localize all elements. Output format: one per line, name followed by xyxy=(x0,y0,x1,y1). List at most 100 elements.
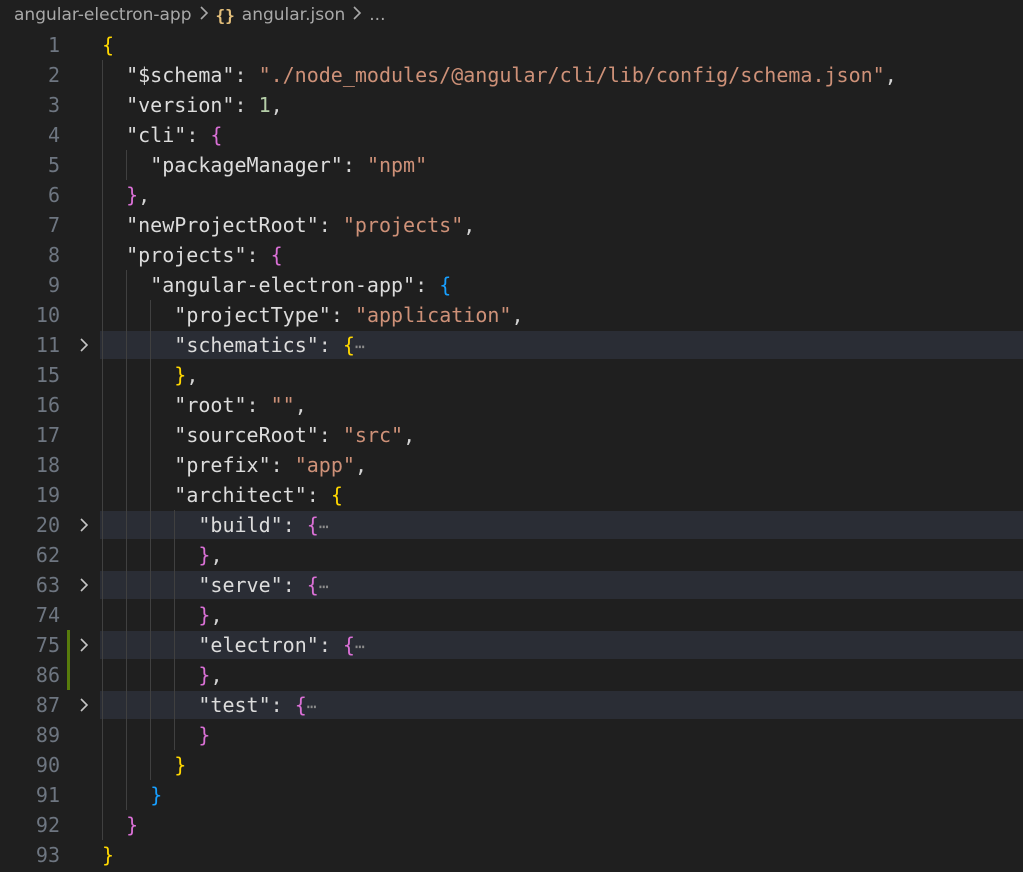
code-line[interactable]: 75 "electron": {⋯ xyxy=(0,630,1023,660)
code-line[interactable]: 3 "version": 1, xyxy=(0,90,1023,120)
folded-ellipsis[interactable]: ⋯ xyxy=(319,577,329,596)
code-line[interactable]: 19 "architect": { xyxy=(0,480,1023,510)
code-line[interactable]: 91} xyxy=(0,780,1023,810)
folded-ellipsis[interactable]: ⋯ xyxy=(319,517,329,536)
code-line[interactable]: 17 "sourceRoot": "src", xyxy=(0,420,1023,450)
code-token: : xyxy=(330,303,355,327)
code-line[interactable]: 15}, xyxy=(0,360,1023,390)
code-line[interactable]: 87 "test": {⋯ xyxy=(0,690,1023,720)
code-line[interactable]: 62}, xyxy=(0,540,1023,570)
code-token: "architect" xyxy=(174,483,307,507)
code-line[interactable]: 6}, xyxy=(0,180,1023,210)
chevron-right-icon[interactable] xyxy=(74,630,94,660)
code-token: "" xyxy=(270,393,295,417)
code-token: { xyxy=(342,333,355,357)
code-line[interactable]: 86}, xyxy=(0,660,1023,690)
folded-ellipsis[interactable]: ⋯ xyxy=(355,337,365,356)
indent-guide xyxy=(102,780,103,810)
code-line[interactable]: 18 "prefix": "app", xyxy=(0,450,1023,480)
code-line[interactable]: 93} xyxy=(0,840,1023,870)
code-text[interactable]: "serve": {⋯ xyxy=(198,570,328,602)
code-text[interactable]: "cli": { xyxy=(126,120,222,150)
chevron-right-icon[interactable] xyxy=(74,330,94,360)
breadcrumb-file[interactable]: angular.json xyxy=(242,5,346,25)
code-text[interactable]: }, xyxy=(174,360,198,390)
indent-guide xyxy=(102,450,103,480)
code-line[interactable]: 16 "root": "", xyxy=(0,390,1023,420)
code-line[interactable]: 10 "projectType": "application", xyxy=(0,300,1023,330)
folded-ellipsis[interactable]: ⋯ xyxy=(307,697,317,716)
indent-guide xyxy=(150,570,152,600)
chevron-right-icon[interactable] xyxy=(74,690,94,720)
code-line[interactable]: 63 "serve": {⋯ xyxy=(0,570,1023,600)
code-text[interactable]: "projectType": "application", xyxy=(174,300,523,330)
code-text[interactable]: }, xyxy=(198,600,222,630)
breadcrumb-symbol[interactable]: ... xyxy=(369,5,385,25)
code-token: "projects" xyxy=(342,213,464,237)
code-text[interactable]: }, xyxy=(198,540,222,570)
code-text[interactable]: "sourceRoot": "src", xyxy=(174,420,415,450)
indent-guide xyxy=(174,570,176,600)
indent-guide xyxy=(102,180,103,210)
indent-guide xyxy=(102,360,103,390)
code-text[interactable]: "build": {⋯ xyxy=(198,510,328,542)
chevron-right-icon[interactable] xyxy=(74,570,94,600)
code-text[interactable]: } xyxy=(174,750,186,780)
indent-guide xyxy=(174,600,176,630)
indent-guide xyxy=(150,600,152,630)
folded-ellipsis[interactable]: ⋯ xyxy=(355,637,365,656)
code-line[interactable]: 11 "schematics": {⋯ xyxy=(0,330,1023,360)
code-line[interactable]: 9 "angular-electron-app": { xyxy=(0,270,1023,300)
indent-guide xyxy=(126,420,128,450)
code-text[interactable]: "packageManager": "npm" xyxy=(150,150,427,180)
code-text[interactable]: }, xyxy=(126,180,150,210)
breadcrumb-folder[interactable]: angular-electron-app xyxy=(14,5,192,25)
code-line[interactable]: 74}, xyxy=(0,600,1023,630)
code-text[interactable]: }, xyxy=(198,660,222,690)
code-token: "src" xyxy=(342,423,404,447)
code-line[interactable]: 89} xyxy=(0,720,1023,750)
code-text[interactable]: { xyxy=(102,30,114,60)
code-text[interactable]: "root": "", xyxy=(174,390,306,420)
line-number: 11 xyxy=(35,333,60,357)
indent-guide xyxy=(150,630,152,660)
code-line[interactable]: 20 "build": {⋯ xyxy=(0,510,1023,540)
modified-gutter-mark[interactable] xyxy=(67,660,70,690)
indent-guide xyxy=(126,540,128,570)
indent-guide xyxy=(126,600,128,630)
code-text[interactable]: } xyxy=(102,840,114,870)
indent-guide xyxy=(126,480,128,510)
code-token: : xyxy=(415,273,440,297)
code-line[interactable]: 4 "cli": { xyxy=(0,120,1023,150)
code-token: , xyxy=(463,213,476,237)
code-token: { xyxy=(306,513,319,537)
code-text[interactable]: "prefix": "app", xyxy=(174,450,367,480)
code-token: 1 xyxy=(258,93,271,117)
code-line[interactable]: 1{ xyxy=(0,30,1023,60)
code-text[interactable]: } xyxy=(126,810,138,840)
code-line[interactable]: 7 "newProjectRoot": "projects", xyxy=(0,210,1023,240)
code-line[interactable]: 5 "packageManager": "npm" xyxy=(0,150,1023,180)
code-text[interactable]: "version": 1, xyxy=(126,90,283,120)
code-text[interactable]: "newProjectRoot": "projects", xyxy=(126,210,475,240)
code-text[interactable]: "angular-electron-app": { xyxy=(150,270,451,300)
code-text[interactable]: "architect": { xyxy=(174,480,343,510)
code-editor[interactable]: angular-electron-app {} angular.json ...… xyxy=(0,0,1023,872)
code-text[interactable]: "schematics": {⋯ xyxy=(174,330,364,362)
chevron-right-icon[interactable] xyxy=(74,510,94,540)
indent-guide xyxy=(102,390,103,420)
code-line[interactable]: 92} xyxy=(0,810,1023,840)
code-token: "./node_modules/@angular/cli/lib/config/… xyxy=(258,63,885,87)
code-text[interactable]: } xyxy=(198,720,210,750)
code-area[interactable]: 1{2 "$schema": "./node_modules/@angular/c… xyxy=(0,30,1023,870)
code-line[interactable]: 90} xyxy=(0,750,1023,780)
code-text[interactable]: "projects": { xyxy=(126,240,283,270)
code-text[interactable]: "$schema": "./node_modules/@angular/cli/… xyxy=(126,60,897,90)
code-text[interactable]: "test": {⋯ xyxy=(198,690,316,722)
code-text[interactable]: "electron": {⋯ xyxy=(198,630,364,662)
code-text[interactable]: } xyxy=(150,780,162,810)
code-token: : xyxy=(270,693,295,717)
modified-gutter-mark[interactable] xyxy=(67,630,70,660)
code-line[interactable]: 2 "$schema": "./node_modules/@angular/cli… xyxy=(0,60,1023,90)
code-line[interactable]: 8 "projects": { xyxy=(0,240,1023,270)
